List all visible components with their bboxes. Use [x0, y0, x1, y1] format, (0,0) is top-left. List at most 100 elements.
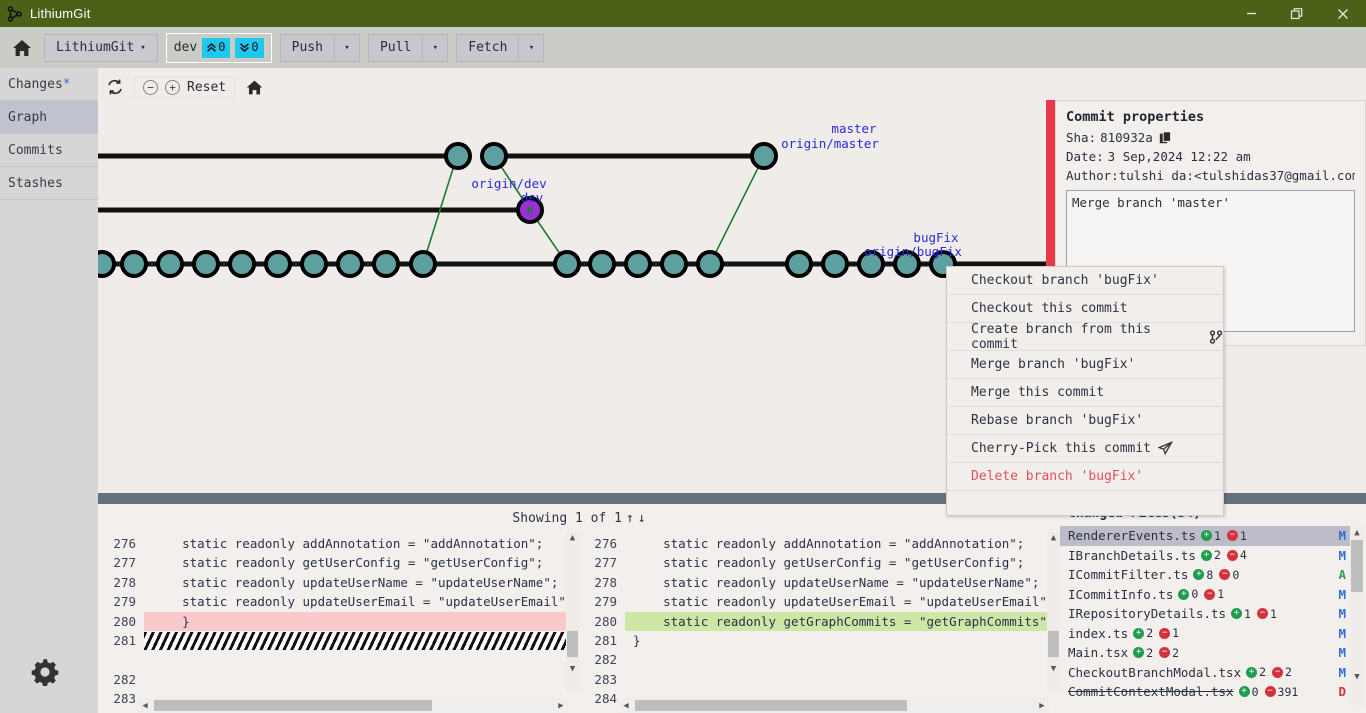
diff-line-ctx: static readonly updateUserEmail = "updat…	[625, 592, 1060, 611]
additions-icon: +	[1133, 647, 1144, 658]
changed-file-row[interactable]: ICommitInfo.ts+0−1M	[1060, 585, 1351, 605]
scroll-up-arrow-icon[interactable]: ▲	[1051, 532, 1056, 545]
deletions-count: 1	[1270, 607, 1277, 621]
deletions-count: 1	[1217, 587, 1224, 601]
close-icon[interactable]	[1320, 0, 1366, 27]
commit-author-label: Author:	[1066, 166, 1119, 185]
graph-home-icon[interactable]	[245, 78, 264, 97]
changed-file-row[interactable]: CommitContextModal.tsx+0−391D	[1060, 682, 1351, 702]
context-menu-item[interactable]: Checkout this commit	[947, 295, 1223, 323]
push-dropdown-chevron-down-icon[interactable]: ▾	[335, 34, 360, 62]
changed-file-status-flag: M	[1338, 606, 1346, 621]
scroll-left-arrow-icon[interactable]: ◀	[138, 701, 152, 711]
branch-label-master[interactable]: master	[831, 121, 877, 136]
context-menu-item[interactable]: Merge branch 'bugFix'	[947, 351, 1223, 379]
branch-label-bugfix[interactable]: bugFix	[913, 230, 959, 245]
changed-file-row[interactable]: IRepositoryDetails.ts+1−1M	[1060, 604, 1351, 624]
diff-line-ctx: static readonly updateUserName = "update…	[625, 573, 1060, 592]
commit-date-label: Date:	[1066, 147, 1104, 166]
sidebar-item-stashes[interactable]: Stashes	[0, 167, 98, 200]
diff-line-ctx	[625, 670, 1060, 689]
context-menu-item[interactable]: Delete branch 'bugFix'	[947, 463, 1223, 491]
additions-icon: +	[1178, 589, 1189, 600]
push-button[interactable]: Push	[280, 34, 335, 62]
scrollbar-thumb[interactable]	[567, 631, 578, 657]
pull-button[interactable]: Pull	[368, 34, 423, 62]
scrollbar-thumb[interactable]	[154, 700, 432, 711]
sidebar-item-commits[interactable]: Commits	[0, 134, 98, 167]
fetch-dropdown-chevron-down-icon[interactable]: ▾	[519, 34, 544, 62]
refresh-icon[interactable]	[106, 78, 124, 96]
context-menu-item[interactable]: Rebase branch 'bugFix'	[947, 407, 1223, 435]
changed-file-row[interactable]: ICommitFilter.ts+8−0A	[1060, 565, 1351, 585]
diff-line-number	[98, 650, 136, 669]
changed-file-row[interactable]: Main.tsx+2−2M	[1060, 643, 1351, 663]
context-menu-item[interactable]: Cherry-Pick this commit	[947, 435, 1223, 463]
additions-icon: +	[1246, 667, 1257, 678]
changed-files-scrollbar[interactable]: ▲ ▼	[1350, 526, 1364, 706]
behind-badge[interactable]: 0	[235, 38, 263, 58]
next-change-arrow-down-icon[interactable]: ↓	[638, 511, 646, 526]
diff-old-vertical-scrollbar[interactable]: ▲ ▼	[566, 532, 579, 692]
scrollbar-thumb[interactable]	[635, 700, 907, 711]
fetch-button[interactable]: Fetch	[456, 34, 519, 62]
current-branch-box[interactable]: dev 0 0	[166, 33, 272, 63]
changed-file-row[interactable]: RendererEvents.ts+1−1M	[1060, 526, 1351, 546]
diff-column-old[interactable]: 276277278279280281282283 static readonly…	[98, 532, 579, 713]
diff-line-ctx: static readonly addAnnotation = "addAnno…	[144, 534, 579, 553]
zoom-reset-button[interactable]: Reset	[187, 80, 226, 95]
changed-files-list[interactable]: RendererEvents.ts+1−1MIBranchDetails.ts+…	[1060, 526, 1366, 702]
sidebar-item-changes[interactable]: Changes*	[0, 68, 98, 101]
context-menu-item[interactable]: Merge this commit	[947, 379, 1223, 407]
diff-new-vertical-scrollbar[interactable]: ▲ ▼	[1047, 532, 1060, 692]
zoom-out-button[interactable]: −	[143, 80, 158, 95]
additions-count: 2	[1146, 646, 1153, 660]
commit-context-menu[interactable]: Checkout branch 'bugFix' Checkout this co…	[946, 266, 1224, 516]
scrollbar-thumb[interactable]	[1048, 631, 1059, 657]
diff-line-number: 277	[98, 553, 136, 572]
repo-selector-button[interactable]: LithiumGit ▾	[44, 34, 158, 62]
scroll-down-arrow-icon[interactable]: ▼	[570, 663, 575, 676]
scrollbar-thumb[interactable]	[1351, 540, 1363, 592]
ahead-badge[interactable]: 0	[202, 38, 230, 58]
scroll-down-arrow-icon[interactable]: ▼	[1051, 663, 1056, 676]
chevron-down-icon: ▾	[140, 43, 145, 53]
branch-label-dev[interactable]: dev	[521, 190, 544, 205]
zoom-in-button[interactable]: +	[165, 80, 180, 95]
pull-dropdown-chevron-down-icon[interactable]: ▾	[423, 34, 448, 62]
sidebar-item-dirty-marker: *	[63, 77, 71, 92]
maximize-icon[interactable]	[1274, 0, 1320, 27]
context-menu-item[interactable]: Checkout branch 'bugFix'	[947, 267, 1223, 295]
branch-label-origin-bugfix[interactable]: origin/bugFix	[864, 244, 962, 259]
branch-label-origin-master[interactable]: origin/master	[781, 136, 879, 151]
diff-showing-label: Showing 1 of 1	[512, 511, 622, 526]
changed-file-row[interactable]: CheckoutBranchModal.tsx+2−2M	[1060, 663, 1351, 683]
sidebar-item-graph[interactable]: Graph	[0, 101, 98, 134]
home-icon[interactable]	[8, 34, 36, 62]
diff-old-horizontal-scrollbar[interactable]: ◀ ▶	[138, 698, 568, 713]
scroll-down-arrow-icon[interactable]: ▼	[1354, 670, 1359, 684]
deletions-count: 2	[1285, 665, 1292, 679]
head-marker-label: H	[527, 204, 534, 217]
scroll-left-arrow-icon[interactable]: ◀	[619, 701, 633, 711]
context-menu-item[interactable]: Create branch from this commit	[947, 323, 1223, 351]
scroll-right-arrow-icon[interactable]: ▶	[554, 701, 568, 711]
diff-new-horizontal-scrollbar[interactable]: ◀ ▶	[619, 698, 1049, 713]
changed-file-row[interactable]: index.ts+2−1M	[1060, 624, 1351, 644]
additions-count: 0	[1191, 587, 1198, 601]
branch-label-origin-dev[interactable]: origin/dev	[471, 176, 546, 191]
context-menu-item-label: Checkout this commit	[971, 301, 1128, 316]
scroll-up-arrow-icon[interactable]: ▲	[570, 532, 575, 545]
scroll-up-arrow-icon[interactable]: ▲	[1354, 526, 1359, 540]
minimize-icon[interactable]	[1228, 0, 1274, 27]
diff-column-new[interactable]: 276277278279280281282283284 static reado…	[579, 532, 1060, 713]
repo-selector-label: LithiumGit	[56, 40, 134, 55]
deletions-count: 1	[1172, 626, 1179, 640]
additions-count: 0	[1252, 685, 1259, 699]
additions-icon: +	[1201, 530, 1212, 541]
gear-icon[interactable]	[26, 653, 64, 691]
copy-icon[interactable]	[1159, 131, 1172, 144]
prev-change-arrow-up-icon[interactable]: ↑	[626, 511, 634, 526]
changed-file-row[interactable]: IBranchDetails.ts+2−4M	[1060, 546, 1351, 566]
scroll-right-arrow-icon[interactable]: ▶	[1035, 701, 1049, 711]
